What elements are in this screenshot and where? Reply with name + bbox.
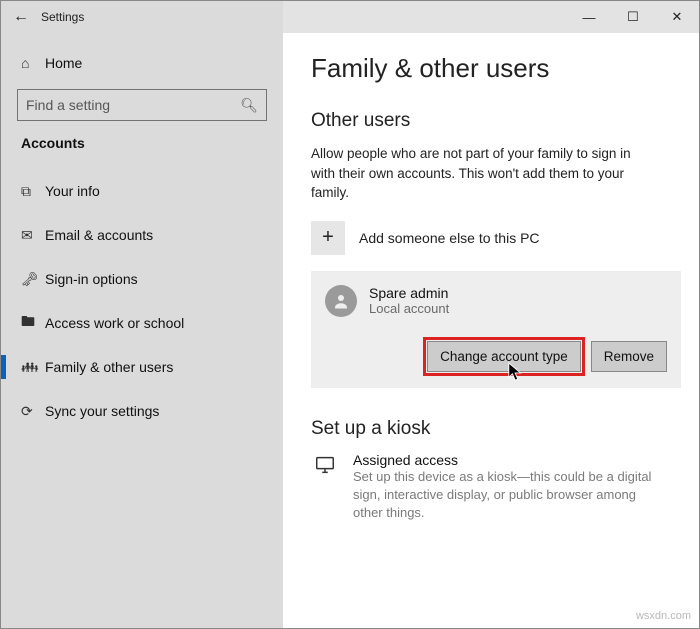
kiosk-section: Set up a kiosk Assigned access Set up th…: [311, 418, 681, 523]
kiosk-heading: Set up a kiosk: [311, 418, 681, 440]
user-type: Local account: [369, 301, 449, 316]
id-card-icon: ⧉: [21, 183, 45, 200]
sync-icon: ⟳: [21, 403, 45, 420]
user-actions: Change account type Remove: [325, 341, 667, 372]
sidebar: ⌂ Home Find a setting 🔍︎ Accounts ⧉ Your…: [1, 33, 283, 628]
add-user-row[interactable]: + Add someone else to this PC: [311, 221, 681, 255]
page-title: Family & other users: [311, 53, 681, 84]
sidebar-category-title: Accounts: [1, 131, 283, 169]
watermark: wsxdn.com: [636, 610, 691, 622]
user-card-header: Spare admin Local account: [325, 285, 667, 317]
briefcase-icon: 🖿: [21, 311, 45, 335]
sidebar-item-sign-in-options[interactable]: 🗝 Sign-in options: [1, 257, 283, 301]
other-users-heading: Other users: [311, 110, 681, 132]
key-icon: 🗝: [21, 271, 45, 288]
maximize-button[interactable]: ☐: [611, 1, 655, 33]
minimize-button[interactable]: —: [567, 1, 611, 33]
sidebar-item-email-accounts[interactable]: ✉ Email & accounts: [1, 213, 283, 257]
monitor-icon: [311, 452, 339, 523]
sidebar-item-family-other-users[interactable]: 👪︎ Family & other users: [1, 345, 283, 389]
assigned-access-row[interactable]: Assigned access Set up this device as a …: [311, 452, 681, 523]
home-icon: ⌂: [21, 55, 45, 71]
other-users-description: Allow people who are not part of your fa…: [311, 144, 651, 203]
sidebar-item-label: Family & other users: [45, 359, 173, 375]
change-account-type-button[interactable]: Change account type: [427, 341, 581, 372]
back-button[interactable]: ←: [1, 8, 41, 26]
people-icon: 👪︎: [21, 359, 45, 376]
sidebar-item-label: Email & accounts: [45, 227, 153, 243]
plus-icon: +: [311, 221, 345, 255]
settings-window: ← Settings — ☐ ✕ ⌂ Home Find a setting 🔍…: [0, 0, 700, 629]
search-input[interactable]: Find a setting 🔍︎: [17, 89, 267, 121]
sidebar-home-label: Home: [45, 55, 82, 71]
user-name: Spare admin: [369, 285, 449, 301]
add-user-label: Add someone else to this PC: [359, 230, 540, 246]
search-icon: 🔍︎: [240, 97, 258, 114]
app-title: Settings: [41, 10, 84, 24]
sidebar-item-label: Access work or school: [45, 315, 184, 331]
sidebar-nav-list: ⧉ Your info ✉ Email & accounts 🗝 Sign-in…: [1, 169, 283, 433]
sidebar-item-sync-settings[interactable]: ⟳ Sync your settings: [1, 389, 283, 433]
mail-icon: ✉: [21, 227, 45, 244]
active-indicator: [1, 355, 6, 379]
sidebar-item-label: Sign-in options: [45, 271, 138, 287]
sidebar-item-your-info[interactable]: ⧉ Your info: [1, 169, 283, 213]
window-controls: — ☐ ✕: [567, 1, 699, 33]
content-pane: Family & other users Other users Allow p…: [283, 33, 699, 628]
assigned-access-description: Set up this device as a kiosk—this could…: [353, 468, 653, 523]
titlebar: ← Settings — ☐ ✕: [1, 1, 699, 33]
sidebar-item-access-work-school[interactable]: 🖿 Access work or school: [1, 301, 283, 345]
close-button[interactable]: ✕: [655, 1, 699, 33]
sidebar-item-label: Sync your settings: [45, 403, 159, 419]
search-placeholder: Find a setting: [26, 97, 240, 113]
sidebar-item-label: Your info: [45, 183, 100, 199]
sidebar-home[interactable]: ⌂ Home: [1, 43, 283, 83]
avatar-icon: [325, 285, 357, 317]
remove-button[interactable]: Remove: [591, 341, 667, 372]
user-card[interactable]: Spare admin Local account Change account…: [311, 271, 681, 388]
assigned-access-title: Assigned access: [353, 452, 653, 468]
